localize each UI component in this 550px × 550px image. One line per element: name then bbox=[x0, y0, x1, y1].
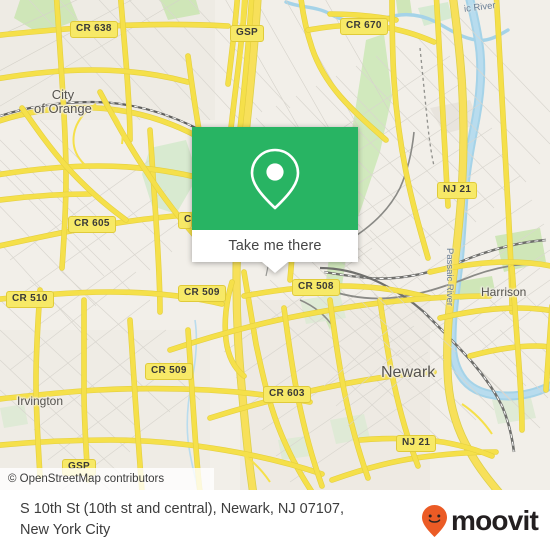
osm-attribution-text: © OpenStreetMap contributors bbox=[8, 473, 165, 485]
map-pin-icon bbox=[250, 148, 300, 209]
road-shield-occluded[interactable]: C bbox=[178, 212, 192, 229]
moovit-map-screen: .minor { stroke:#ffffff; stroke-width:2.… bbox=[0, 0, 550, 550]
moovit-wordmark: moovit bbox=[451, 505, 539, 536]
popup-tail-pointer bbox=[262, 262, 288, 273]
place-label-harrison: Harrison bbox=[481, 285, 527, 299]
road-shield-cr-638[interactable]: CR 638 bbox=[70, 21, 118, 38]
road-shield-nj-21-north[interactable]: NJ 21 bbox=[437, 182, 478, 199]
moovit-pin-icon bbox=[422, 505, 448, 537]
water-label-passaic-river: Passaic River bbox=[444, 248, 455, 307]
destination-popup-card[interactable]: Take me there bbox=[192, 127, 358, 273]
place-label-irvington: Irvington bbox=[17, 394, 64, 408]
road-shield-nj-21-south[interactable]: NJ 21 bbox=[396, 435, 437, 452]
osm-attribution-bar[interactable]: © OpenStreetMap contributors bbox=[0, 468, 214, 490]
road-shield-cr-510[interactable]: CR 510 bbox=[6, 291, 54, 308]
road-shield-cr-509-south[interactable]: CR 509 bbox=[145, 363, 193, 380]
moovit-logo[interactable]: moovit bbox=[421, 504, 539, 538]
popup-footer[interactable]: Take me there bbox=[192, 230, 358, 262]
address-line-1: S 10th St (10th st and central), Newark,… bbox=[20, 501, 344, 517]
footer-bar: S 10th St (10th st and central), Newark,… bbox=[0, 490, 550, 550]
road-shield-cr-603[interactable]: CR 603 bbox=[263, 386, 311, 403]
place-label-newark: Newark bbox=[381, 364, 436, 381]
address-line-2: New York City bbox=[20, 522, 111, 538]
place-label-city-of-orange: City of Orange bbox=[34, 87, 92, 116]
take-me-there-label: Take me there bbox=[228, 238, 322, 254]
address-text: S 10th St (10th st and central), Newark,… bbox=[20, 499, 405, 541]
road-shield-cr-605[interactable]: CR 605 bbox=[68, 216, 116, 233]
road-shield-cr-509-north[interactable]: CR 509 bbox=[178, 285, 226, 302]
road-shield-cr-670[interactable]: CR 670 bbox=[340, 18, 388, 35]
road-shield-cr-508[interactable]: CR 508 bbox=[292, 279, 340, 296]
map-canvas[interactable]: .minor { stroke:#ffffff; stroke-width:2.… bbox=[0, 0, 550, 490]
road-shield-gsp-north[interactable]: GSP bbox=[230, 25, 265, 42]
popup-header bbox=[192, 127, 358, 230]
